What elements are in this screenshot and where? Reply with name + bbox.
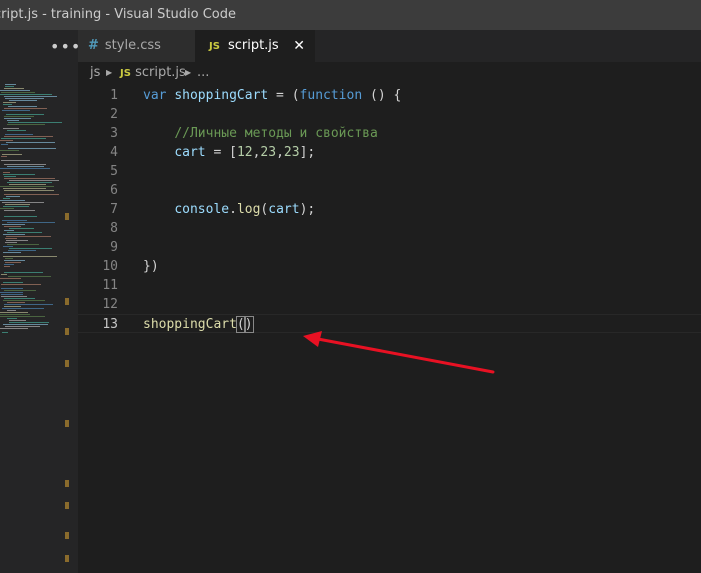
annotation-arrow <box>303 331 495 374</box>
